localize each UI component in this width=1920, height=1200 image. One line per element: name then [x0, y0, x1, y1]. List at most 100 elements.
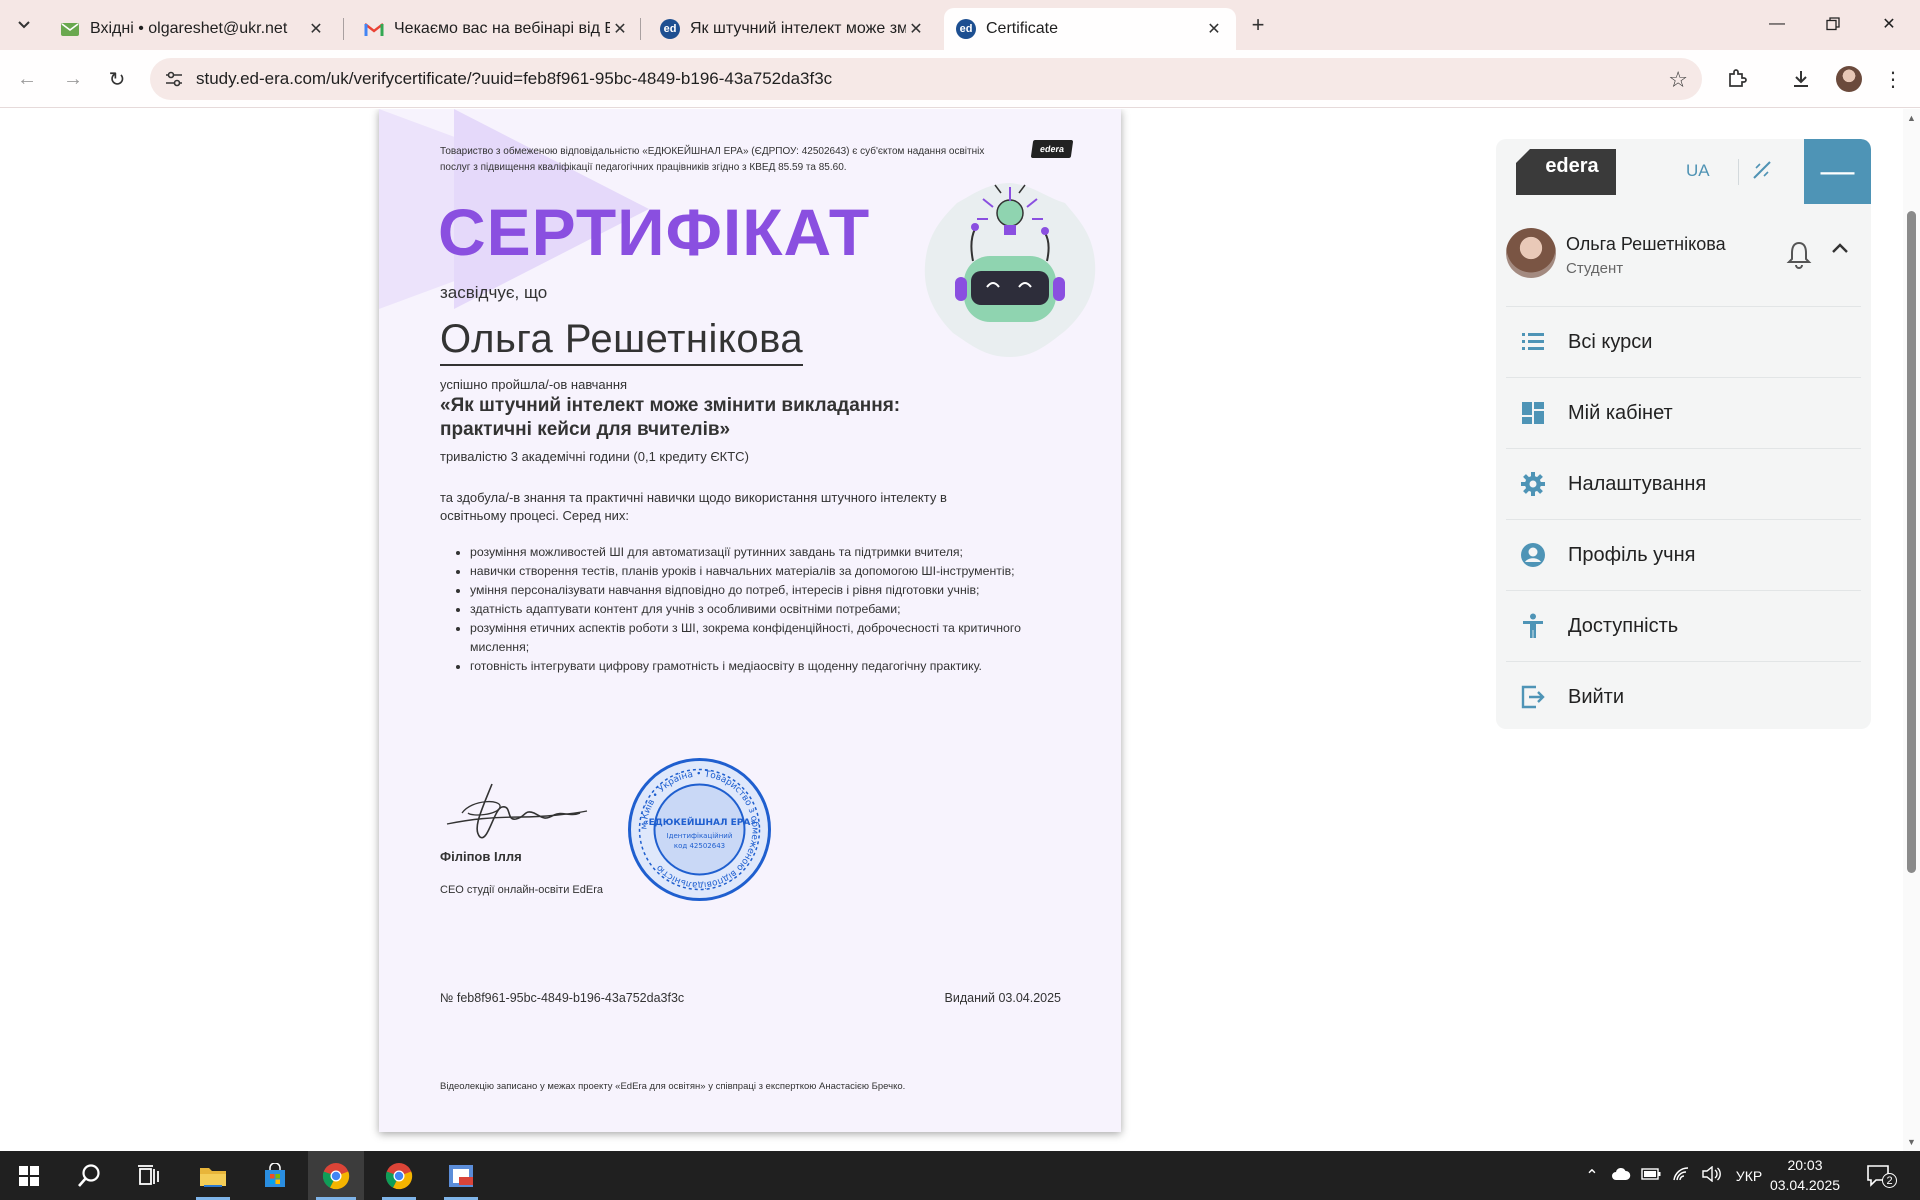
browser-menu-button[interactable]: ⋮	[1878, 64, 1908, 94]
scroll-up-icon[interactable]: ▲	[1906, 113, 1917, 123]
close-icon[interactable]: ✕	[1204, 19, 1224, 39]
gear-icon	[1518, 469, 1548, 499]
certifies-text: засвідчує, що	[440, 283, 548, 302]
course-duration: тривалістю 3 академічні години (0,1 кред…	[440, 449, 749, 464]
bell-icon[interactable]	[1786, 239, 1812, 269]
tab-course[interactable]: ed Як штучний інтелект може змінити ✕	[648, 8, 938, 50]
tab-search-button[interactable]	[10, 12, 38, 38]
chrome-button-active[interactable]	[308, 1151, 364, 1200]
robot-illustration	[924, 183, 1096, 357]
tab-title: Як штучний інтелект може змінити	[690, 20, 906, 37]
svg-text:«ЕДЮКЕЙШНАЛ ЕРА»: «ЕДЮКЕЙШНАЛ ЕРА»	[643, 816, 757, 828]
menu-item-accessibility[interactable]: Доступність	[1506, 590, 1861, 661]
collapse-menu-button[interactable]: —	[1804, 139, 1871, 204]
menu-item-logout[interactable]: Вийти	[1506, 661, 1861, 729]
site-settings-icon[interactable]	[164, 69, 184, 89]
scrollbar-thumb[interactable]	[1907, 211, 1916, 873]
tab-title: Certificate	[986, 20, 1059, 37]
menu-item-my-cabinet[interactable]: Мій кабінет	[1506, 377, 1861, 448]
chevron-down-icon	[18, 21, 30, 29]
divider	[1738, 159, 1739, 185]
svg-text:edera: edera	[1545, 155, 1599, 177]
close-icon[interactable]: ✕	[906, 19, 926, 39]
search-button[interactable]	[64, 1151, 114, 1200]
close-window-button[interactable]: ✕	[1866, 8, 1912, 40]
list-icon	[1518, 327, 1548, 357]
clock-time: 20:03	[1787, 1157, 1823, 1173]
menu-item-label: Вийти	[1568, 685, 1625, 708]
plus-icon: +	[1251, 12, 1265, 37]
account-icon	[1518, 540, 1548, 570]
url-text[interactable]: study.ed-era.com/uk/verifycertificate/?u…	[196, 69, 832, 89]
menu-item-label: Всі курси	[1568, 330, 1653, 353]
chrome-icon	[385, 1162, 413, 1189]
gmail-icon	[364, 19, 384, 39]
tab-divider	[343, 18, 344, 40]
clock[interactable]: 20:03 03.04.2025	[1765, 1155, 1845, 1195]
list-item: розуміння можливостей ШІ для автоматизац…	[470, 543, 1040, 562]
cloud-icon[interactable]	[1606, 1167, 1636, 1184]
arrow-right-icon: →	[63, 67, 83, 90]
forward-button[interactable]: →	[58, 64, 88, 94]
menu-item-label: Налаштування	[1568, 472, 1707, 495]
battery-icon[interactable]	[1636, 1168, 1666, 1183]
edera-logo[interactable]: edera	[1516, 147, 1616, 195]
downloads-button[interactable]	[1786, 64, 1816, 94]
issue-date: Виданий 03.04.2025	[944, 991, 1061, 1005]
contrast-toggle-icon[interactable]	[1749, 157, 1775, 183]
restore-icon	[1826, 17, 1840, 31]
recipient-name: Ольга Решетнікова	[440, 317, 804, 366]
tab-gmail[interactable]: Чекаємо вас на вебінарі від EdEra ✕	[352, 8, 642, 50]
close-icon[interactable]: ✕	[610, 19, 630, 39]
store-button[interactable]	[250, 1151, 300, 1200]
chevron-up-icon[interactable]	[1830, 239, 1854, 263]
minus-icon: —	[1820, 152, 1855, 190]
back-button[interactable]: ←	[12, 64, 42, 94]
tab-divider	[640, 18, 641, 40]
new-tab-button[interactable]: +	[1244, 12, 1272, 38]
task-view-button[interactable]	[124, 1151, 174, 1200]
list-item: навички створення тестів, планів уроків …	[470, 562, 1040, 581]
certificate-footer: Відеолекцію записано у межах проекту «Ed…	[440, 1081, 906, 1092]
address-bar[interactable]: study.ed-era.com/uk/verifycertificate/?u…	[150, 58, 1702, 100]
user-menu-panel: edera UA — Ольга Решетнікова Студент Всі…	[1496, 139, 1871, 729]
signer-role: CEO студії онлайн-освіти EdEra	[440, 884, 603, 896]
windows-taskbar: ⌃ УКР 20:03 03.04.2025 2	[0, 1151, 1920, 1200]
menu-item-settings[interactable]: Налаштування	[1506, 448, 1861, 519]
notifications-button[interactable]: 2	[1866, 1163, 1897, 1189]
wifi-icon[interactable]	[1666, 1166, 1696, 1185]
scroll-down-icon[interactable]: ▼	[1906, 1137, 1917, 1147]
chevron-up-icon[interactable]: ⌃	[1578, 1166, 1606, 1186]
reload-button[interactable]: ↻	[102, 64, 132, 94]
list-item: готовність інтегрувати цифрову грамотніс…	[470, 657, 1040, 676]
tab-ukrnet[interactable]: Вхідні • olgareshet@ukr.net ✕	[48, 8, 338, 50]
chrome-button[interactable]	[374, 1151, 424, 1200]
extensions-button[interactable]	[1722, 64, 1752, 94]
volume-icon[interactable]	[1696, 1165, 1726, 1185]
pdf-app-button[interactable]	[436, 1151, 486, 1200]
minimize-button[interactable]: —	[1754, 8, 1800, 40]
skills-list: розуміння можливостей ШІ для автоматизац…	[440, 543, 1040, 676]
dashboard-icon	[1518, 398, 1548, 428]
language-switch[interactable]: UA	[1686, 161, 1710, 181]
menu-item-all-courses[interactable]: Всі курси	[1506, 306, 1861, 377]
page-scrollbar[interactable]: ▲ ▼	[1903, 109, 1920, 1151]
logout-icon	[1518, 682, 1548, 712]
certificate-title: СЕРТИФІКАТ	[438, 195, 871, 269]
task-view-icon	[138, 1164, 159, 1185]
restore-button[interactable]	[1810, 8, 1856, 40]
chrome-icon	[322, 1162, 350, 1189]
user-role: Студент	[1566, 260, 1624, 277]
file-explorer-button[interactable]	[188, 1151, 238, 1200]
menu-item-label: Профіль учня	[1568, 543, 1696, 566]
puzzle-icon	[1729, 69, 1747, 87]
svg-text:код 42502643: код 42502643	[674, 842, 725, 850]
menu-item-student-profile[interactable]: Профіль учня	[1506, 519, 1861, 590]
user-name: Ольга Решетнікова	[1566, 234, 1726, 254]
user-info[interactable]: Ольга Решетнікова Студент	[1496, 204, 1871, 306]
close-icon[interactable]: ✕	[306, 19, 326, 39]
start-button[interactable]	[4, 1151, 54, 1200]
bookmark-star-icon[interactable]: ☆	[1668, 67, 1688, 93]
tab-certificate[interactable]: ed Certificate ✕	[944, 8, 1236, 50]
profile-avatar[interactable]	[1836, 66, 1862, 92]
